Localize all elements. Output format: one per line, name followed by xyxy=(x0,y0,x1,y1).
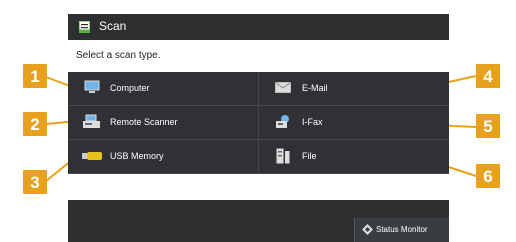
email-icon xyxy=(275,82,291,93)
scan-screen: Scan Select a scan type. Computer E-Mail xyxy=(68,14,449,242)
callout-2: 2 xyxy=(23,112,47,136)
callout-6: 6 xyxy=(476,164,500,188)
remote-scanner-icon xyxy=(83,114,100,128)
status-monitor-button[interactable]: Status Monitor xyxy=(354,218,449,242)
option-ifax[interactable]: I-Fax xyxy=(259,106,449,140)
option-remote-scanner[interactable]: Remote Scanner xyxy=(68,106,259,140)
computer-icon xyxy=(84,80,100,93)
callout-1: 1 xyxy=(23,64,47,88)
scan-type-grid: Computer E-Mail Remote Scanner I-Fax USB… xyxy=(68,72,449,174)
option-usb-memory[interactable]: USB Memory xyxy=(68,140,259,174)
option-computer-label: Computer xyxy=(110,83,150,93)
status-monitor-label: Status Monitor xyxy=(376,225,428,234)
option-remote-scanner-label: Remote Scanner xyxy=(110,117,178,127)
usb-memory-icon xyxy=(82,152,102,160)
window-title: Scan xyxy=(99,19,127,33)
option-usb-memory-label: USB Memory xyxy=(110,151,164,161)
callout-5: 5 xyxy=(476,114,500,138)
file-icon xyxy=(276,148,290,164)
option-file[interactable]: File xyxy=(259,140,449,174)
option-file-label: File xyxy=(302,151,317,161)
ifax-icon xyxy=(276,115,289,128)
scan-icon xyxy=(79,21,90,33)
option-email[interactable]: E-Mail xyxy=(259,72,449,106)
content-area: Select a scan type. Computer E-Mail Remo… xyxy=(68,40,449,200)
option-ifax-label: I-Fax xyxy=(302,117,323,127)
scan-type-prompt: Select a scan type. xyxy=(76,50,161,61)
callout-3: 3 xyxy=(23,170,47,194)
callout-4: 4 xyxy=(476,64,500,88)
status-monitor-icon xyxy=(362,224,373,235)
option-email-label: E-Mail xyxy=(302,83,328,93)
bottom-bar: Status Monitor xyxy=(68,214,449,242)
option-computer[interactable]: Computer xyxy=(68,72,259,106)
title-bar: Scan xyxy=(68,14,449,40)
